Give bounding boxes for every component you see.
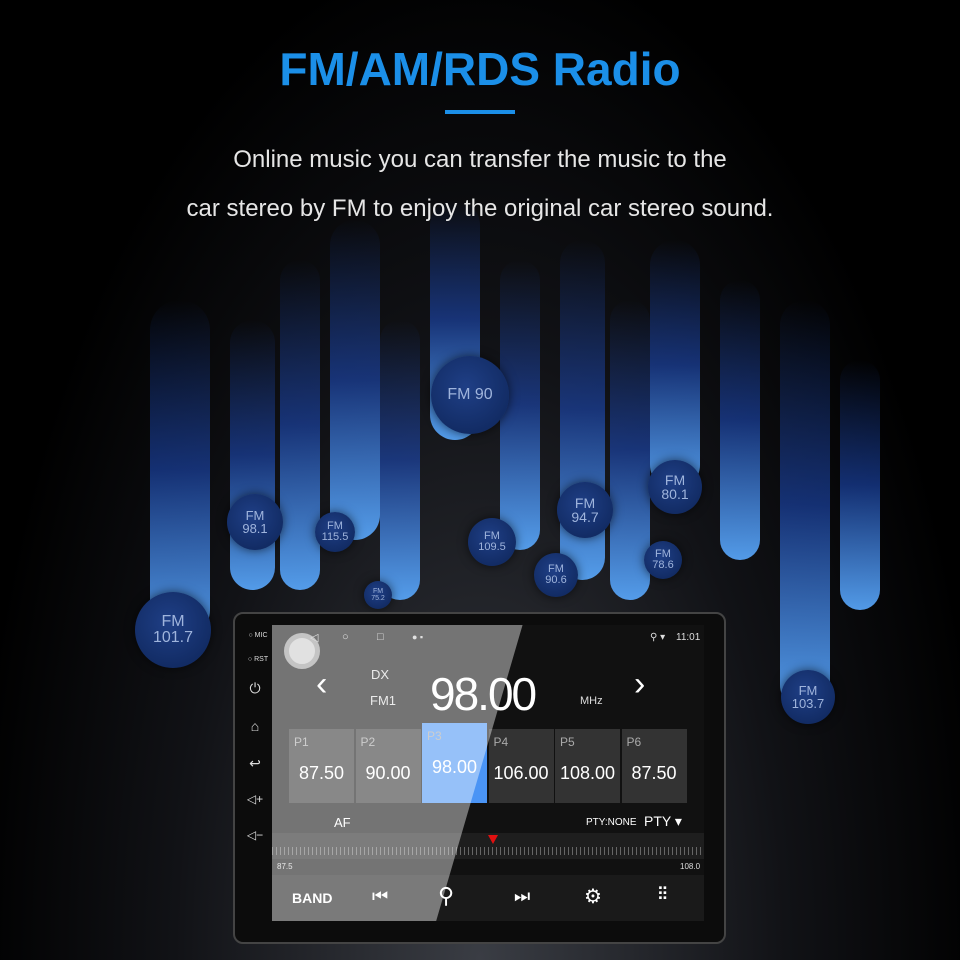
preset-frequency: 87.50: [631, 763, 677, 783]
next-icon[interactable]: ⏭: [514, 886, 530, 907]
bubble-frequency: 94.7: [571, 509, 599, 525]
preset-p5[interactable]: P5 108.00: [555, 729, 620, 803]
volume-down-icon[interactable]: ◁−: [243, 828, 267, 842]
subtitle-line-2: car stereo by FM to enjoy the original c…: [186, 195, 774, 222]
frequency-bubble: FM 101.7: [135, 592, 211, 668]
bubble-frequency: 109.5: [478, 541, 506, 553]
frequency-bubble: FM 115.5: [315, 512, 355, 552]
bubble-frequency: 115.5: [321, 531, 349, 543]
frequency-bubble: FM 80.1: [648, 460, 702, 514]
preset-p4[interactable]: P4 106.00: [488, 729, 554, 803]
af-button[interactable]: AF: [334, 815, 351, 830]
equalizer-icon[interactable]: ⫶⫶: [658, 884, 667, 905]
frequency-display: 98.00: [430, 668, 537, 720]
scale-min: 87.5: [277, 862, 293, 871]
preset-label: P6: [626, 735, 642, 749]
preset-frequency: 98.00: [431, 757, 478, 777]
preset-frequency: 106.00: [493, 763, 549, 783]
car-stereo-device: ○ MIC ○ RST ⏻ ⌂ ↩ ◁+ ◁− ◁ ○ □ ● ▪ ⚲ ▾ 11…: [233, 612, 726, 944]
frequency-bubble: FM 78.6: [644, 541, 682, 579]
bubble-frequency: 90.6: [545, 574, 567, 586]
subtitle-line-1: Online music you can transfer the music …: [233, 146, 727, 173]
preset-label: P1: [294, 735, 309, 749]
bottom-toolbar: [272, 875, 704, 921]
light-beam: [280, 260, 320, 590]
bubble-frequency: 98.1: [242, 521, 268, 536]
frequency-unit: MHz: [580, 695, 603, 707]
power-icon[interactable]: ⏻: [243, 680, 267, 697]
tuning-needle[interactable]: [488, 835, 499, 844]
bubble-frequency: 80.1: [661, 486, 689, 502]
pty-dropdown[interactable]: PTY ▾: [644, 813, 682, 830]
preset-label: P3: [427, 729, 442, 743]
bubble-frequency: 103.7: [791, 696, 825, 711]
preset-frequency: 90.00: [365, 763, 411, 783]
frequency-bubble: FM 94.7: [557, 482, 613, 538]
scale-max: 108.0: [680, 862, 701, 871]
location-wifi-icons: ⚲ ▾: [650, 632, 666, 643]
light-beam: [720, 280, 760, 560]
preset-p1[interactable]: P1 87.50: [289, 729, 354, 803]
home-icon[interactable]: ⌂: [243, 718, 267, 734]
nav-back-icon[interactable]: ◁: [310, 631, 318, 644]
bubble-label: FM: [574, 495, 596, 511]
title-underline: [445, 110, 515, 114]
bubble-frequency: 75.2: [371, 595, 385, 602]
nav-recents-icon[interactable]: □: [377, 631, 384, 643]
search-icon[interactable]: ⚲: [438, 883, 454, 909]
page-title: FM/AM/RDS Radio: [279, 43, 681, 95]
light-beam: [380, 320, 420, 600]
band-button[interactable]: BAND: [292, 890, 332, 906]
preset-frequency: 87.50: [298, 763, 345, 783]
mic-indicator: ○ MIC: [248, 632, 268, 639]
frequency-bubble: FM 98.1: [227, 494, 283, 550]
notification-icons: ● ▪: [412, 632, 424, 642]
frequency-bubble: FM 103.7: [781, 670, 835, 724]
preset-frequency: 108.00: [559, 763, 616, 783]
radio-screen: ◁ ○ □ ● ▪ ⚲ ▾ 11:01 ‹ DX FM1 98.00 MHz ›…: [272, 625, 704, 921]
back-icon[interactable]: ↩: [243, 755, 267, 772]
preset-label: P5: [560, 735, 575, 749]
preset-label: P4: [493, 735, 509, 749]
bubble-frequency: 78.6: [652, 559, 674, 571]
bubble-label: FM: [372, 588, 384, 595]
bubble-label: FM: [161, 613, 185, 630]
light-beam: [330, 220, 380, 540]
volume-up-icon[interactable]: ◁+: [243, 792, 267, 806]
light-beam: [650, 240, 700, 490]
preset-p6[interactable]: P6 87.50: [621, 729, 687, 803]
light-beam: [840, 360, 880, 610]
frequency-bubble: FM 90: [431, 356, 509, 434]
frequency-bubble: FM 90.6: [534, 553, 578, 597]
preset-p3[interactable]: P3 98.00: [422, 723, 487, 803]
rst-button[interactable]: ○ RST: [243, 656, 273, 663]
preset-label: P2: [360, 735, 376, 749]
pty-status: PTY:NONE: [586, 817, 637, 828]
light-beam: [780, 300, 830, 710]
settings-gear-icon[interactable]: ⚙: [584, 884, 602, 909]
band-name: FM1: [370, 693, 396, 708]
prev-station-button[interactable]: ‹: [316, 665, 327, 704]
previous-icon[interactable]: ⏮: [372, 886, 388, 907]
frequency-bubble: FM 109.5: [468, 518, 516, 566]
status-time: 11:01: [676, 632, 701, 643]
nav-home-icon[interactable]: ○: [342, 631, 349, 643]
bubble-label: FM: [664, 472, 686, 488]
next-station-button[interactable]: ›: [634, 665, 645, 704]
bubble-label: FM 90: [447, 386, 493, 403]
dx-label[interactable]: DX: [371, 667, 389, 682]
bubble-frequency: 101.7: [152, 629, 194, 646]
light-beam: [150, 300, 210, 640]
frequency-bubble: FM 75.2: [364, 581, 392, 609]
preset-p2[interactable]: P2 90.00: [355, 729, 421, 803]
